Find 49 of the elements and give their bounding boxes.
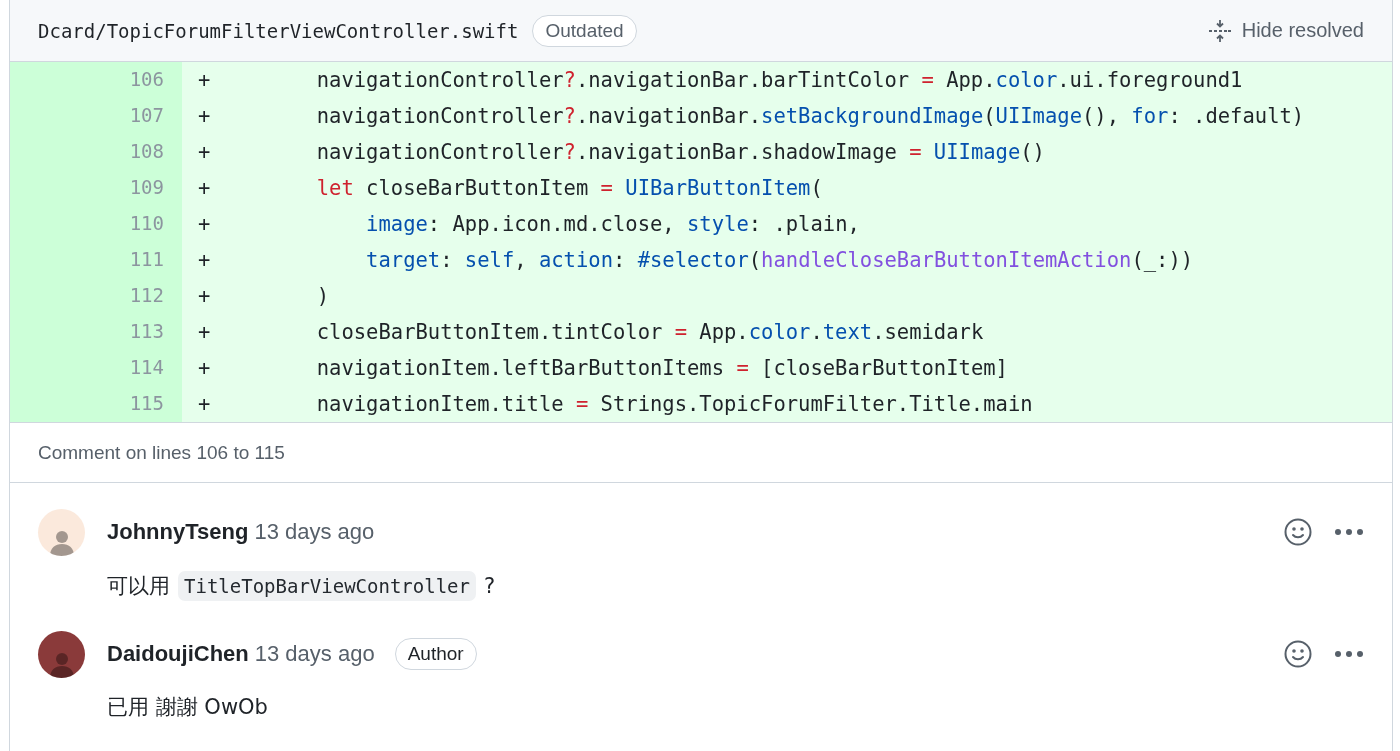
line-number: 106 xyxy=(10,62,182,98)
diff-marker: + xyxy=(198,104,212,128)
diff-marker: + xyxy=(198,248,212,272)
code-line: image: App.icon.md.close, style: .plain, xyxy=(365,212,860,236)
line-number: 107 xyxy=(10,98,182,134)
code-line: navigationItem.title = Strings.TopicForumFilter.Title.main xyxy=(315,392,1033,416)
diff-marker: + xyxy=(198,320,212,344)
diff-marker: + xyxy=(198,392,212,416)
avatar[interactable] xyxy=(38,631,85,678)
diff-marker: + xyxy=(198,140,212,164)
collapse-icon[interactable] xyxy=(1207,18,1232,43)
line-number: 113 xyxy=(10,314,182,350)
comment-time[interactable]: 13 days ago xyxy=(254,641,375,667)
inline-code: TitleTopBarViewController xyxy=(178,571,476,601)
diff-marker: + xyxy=(198,176,212,200)
author-label: Author xyxy=(394,638,477,670)
code-line: navigationController?.navigationBar.setBackgroundImage(UIImage(), for: .default) xyxy=(315,104,1305,128)
diff-marker: + xyxy=(198,356,212,380)
code-line: closeBarButtonItem.tintColor = App.color.text.semidark xyxy=(315,320,984,344)
smiley-icon[interactable] xyxy=(1284,518,1312,546)
line-number: 115 xyxy=(10,386,182,422)
author-name[interactable]: DaidoujiChen xyxy=(107,641,249,667)
line-number: 110 xyxy=(10,206,182,242)
code-line: navigationController?.navigationBar.barTintColor = App.color.ui.foreground1 xyxy=(315,68,1243,92)
code-line: let closeBarButtonItem = UIBarButtonItem( xyxy=(315,176,823,200)
diff-marker: + xyxy=(198,68,212,92)
smiley-icon[interactable] xyxy=(1284,640,1312,668)
comment-time[interactable]: 13 days ago xyxy=(254,519,375,545)
author-name[interactable]: JohnnyTseng xyxy=(107,519,249,545)
line-number: 114 xyxy=(10,350,182,386)
line-number: 111 xyxy=(10,242,182,278)
comment-range-text: Comment on lines 106 to 115 xyxy=(38,441,285,464)
line-number: 108 xyxy=(10,134,182,170)
code-line: ) xyxy=(315,284,330,308)
diff-marker: + xyxy=(198,212,212,236)
line-number: 112 xyxy=(10,278,182,314)
comment-text: 可以用 xyxy=(107,573,170,600)
hide-resolved-button[interactable]: Hide resolved xyxy=(1207,18,1364,43)
more-options-icon[interactable] xyxy=(1334,528,1364,536)
more-options-icon[interactable] xyxy=(1334,650,1364,658)
code-line: navigationItem.leftBarButtonItems = [closeBarButtonItem] xyxy=(315,356,1008,380)
comment-text: 已用 謝謝 OwOb xyxy=(107,694,268,721)
code-line: target: self, action: #selector(handleCloseBarButtonItemAction(_:)) xyxy=(365,248,1194,272)
file-path[interactable]: Dcard/TopicForumFilterViewController.swift xyxy=(38,19,519,42)
code-line: navigationController?.navigationBar.shadowImage = UIImage() xyxy=(315,140,1045,164)
line-number: 109 xyxy=(10,170,182,206)
diff-marker: + xyxy=(198,284,212,308)
comment-text: ? xyxy=(484,574,496,598)
outdated-label: Outdated xyxy=(532,14,637,47)
